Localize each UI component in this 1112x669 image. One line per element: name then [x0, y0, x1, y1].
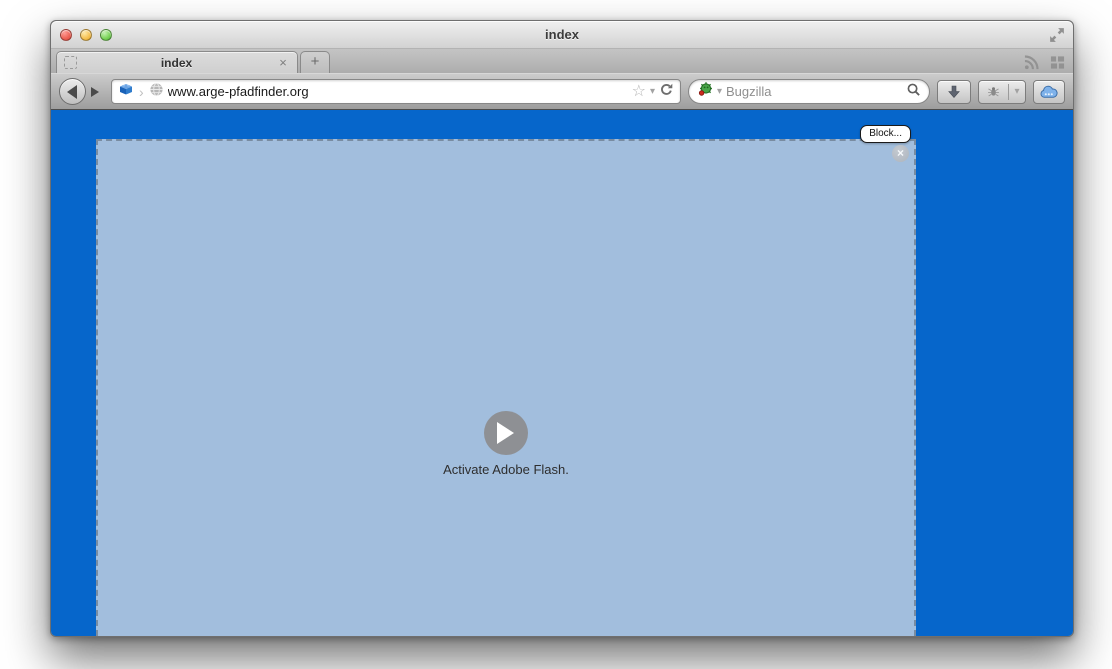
cloud-icon: [1040, 85, 1058, 98]
forward-button[interactable]: [86, 82, 104, 102]
reload-icon[interactable]: [659, 82, 674, 102]
new-tab-button[interactable]: +: [300, 51, 330, 73]
downloads-button[interactable]: [937, 79, 971, 104]
fullscreen-icon[interactable]: [1049, 27, 1065, 43]
url-bar[interactable]: › ☆ ▾: [111, 79, 681, 104]
titlebar[interactable]: index: [51, 21, 1073, 49]
search-magnifier-icon[interactable]: [906, 82, 921, 102]
close-icon[interactable]: ×: [892, 145, 909, 162]
addon-bug-icon[interactable]: [979, 81, 1008, 103]
page-content: Block... × Activate Adobe Flash.: [51, 110, 1073, 636]
activate-flash-text: Activate Adobe Flash.: [443, 462, 569, 477]
addon-bug-button[interactable]: ▾: [978, 79, 1026, 104]
plugin-brick-icon[interactable]: [118, 81, 134, 102]
play-button[interactable]: [484, 411, 528, 455]
play-icon: [496, 422, 525, 444]
back-button[interactable]: [59, 78, 86, 105]
block-plugin-button[interactable]: Block...: [860, 125, 911, 143]
navigation-toolbar: › ☆ ▾: [51, 73, 1073, 110]
search-bar[interactable]: ▾: [687, 79, 930, 104]
tab-bar: index × +: [51, 49, 1073, 73]
forward-icon: [90, 86, 104, 97]
url-input[interactable]: [167, 84, 628, 99]
window-title: index: [545, 27, 579, 42]
back-icon: [60, 84, 77, 99]
site-globe-icon: [149, 82, 164, 102]
bugzilla-engine-icon[interactable]: [697, 81, 713, 102]
urlbar-dropdown-icon[interactable]: ▾: [650, 86, 655, 97]
browser-window: index index × + › www.arge-pfadfinder.or…: [50, 20, 1074, 637]
tab-close-icon[interactable]: ×: [276, 55, 290, 70]
tab-groups-icon[interactable]: [1050, 55, 1065, 70]
chevron-separator-icon: ›: [139, 83, 144, 100]
rss-icon[interactable]: [1024, 55, 1039, 70]
downloads-icon: [948, 85, 960, 98]
tab-label: index: [160, 55, 193, 70]
tab-index[interactable]: index ×: [56, 51, 298, 73]
search-input[interactable]: [726, 84, 902, 99]
favicon-placeholder-icon: [64, 56, 77, 69]
search-engine-dropdown-icon[interactable]: ▾: [717, 86, 722, 97]
bookmark-star-icon[interactable]: ☆: [632, 83, 646, 100]
flash-placeholder[interactable]: Block... × Activate Adobe Flash.: [96, 125, 916, 636]
cloud-button[interactable]: [1033, 79, 1065, 104]
addon-dropdown-icon[interactable]: ▾: [1009, 86, 1025, 97]
